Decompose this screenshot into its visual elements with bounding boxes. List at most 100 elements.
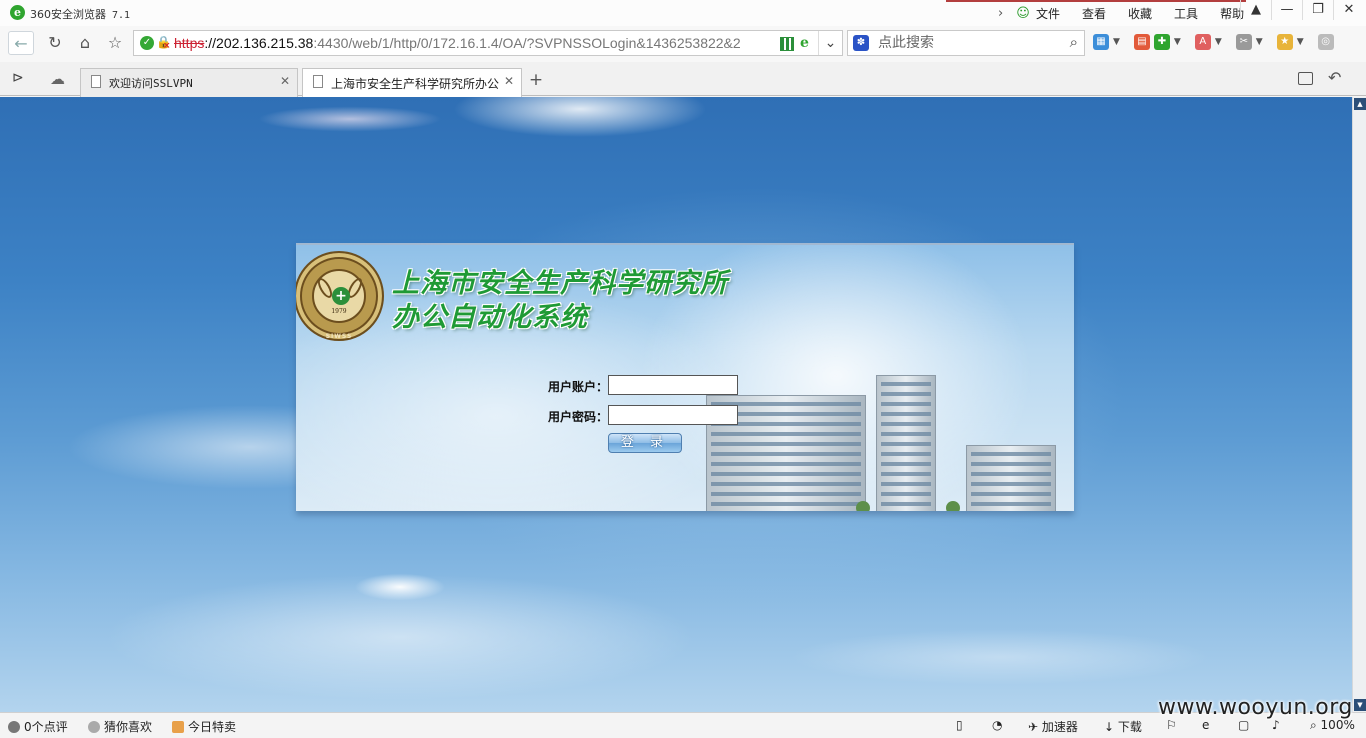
- skin-icon[interactable]: ▲: [1240, 0, 1271, 20]
- translate-icon[interactable]: A: [1194, 34, 1211, 50]
- title-bar: e 360安全浏览器 7.1 › ☺ 文件 查看 收藏 工具 帮助 ▲ — ❐ ✕: [0, 0, 1366, 26]
- tab-sslvpn[interactable]: 欢迎访问SSLVPN ✕: [80, 68, 298, 97]
- home-button[interactable]: ⌂: [72, 31, 98, 55]
- cloud-icon[interactable]: ☁: [50, 70, 65, 88]
- login-panel: + 1979 SIWSS 上海市安全生产科学研究所 办公自动化系统 用户账户： …: [296, 243, 1074, 511]
- deals-label: 今日特卖: [188, 720, 237, 734]
- back-button[interactable]: ←: [8, 31, 34, 55]
- bookmark-star-button[interactable]: ☆: [102, 31, 128, 55]
- shield-icon[interactable]: ✚: [1153, 34, 1170, 50]
- menu-view[interactable]: 查看: [1082, 5, 1106, 22]
- calendar-icon[interactable]: ▤: [1133, 34, 1150, 50]
- comment-icon: [8, 721, 20, 733]
- sidebar-toggle-icon[interactable]: ⊳: [12, 70, 24, 86]
- page-icon: [313, 75, 323, 88]
- close-button[interactable]: ✕: [1333, 0, 1364, 20]
- download-item[interactable]: ↓ 下载: [1104, 718, 1142, 735]
- chevron-down-icon[interactable]: ▼: [1297, 37, 1304, 47]
- rocket-icon: ✈: [1028, 720, 1042, 734]
- reviews-label: 0个点评: [24, 720, 68, 734]
- security-check-icon[interactable]: ✓: [140, 36, 154, 50]
- search-box[interactable]: ✽ ⌕: [847, 30, 1085, 56]
- window-icon[interactable]: ▢: [1238, 718, 1249, 732]
- minimize-button[interactable]: —: [1271, 0, 1302, 20]
- accelerator-label: 加速器: [1041, 720, 1078, 734]
- watermark: www.wooyun.org: [1158, 695, 1353, 720]
- zoom-item[interactable]: ⌕ 100%: [1310, 718, 1355, 733]
- extension-icon[interactable]: ◎: [1317, 34, 1334, 50]
- qr-code-icon[interactable]: [780, 37, 794, 51]
- flag-icon[interactable]: ⚐: [1166, 718, 1177, 732]
- volume-icon[interactable]: ♪: [1272, 718, 1280, 732]
- emblem-inner: + 1979: [312, 269, 366, 323]
- login-button[interactable]: 登 录: [608, 433, 682, 453]
- search-input[interactable]: [878, 33, 1058, 53]
- account-input[interactable]: [608, 375, 738, 395]
- search-icon[interactable]: ⌕: [1070, 33, 1078, 51]
- address-bar[interactable]: ✓ 🔒 × https://202.136.215.38:4430/web/1/h…: [133, 30, 843, 56]
- title-accent-line: [946, 0, 1246, 2]
- green-cross-icon: +: [332, 287, 350, 305]
- building-illustration: [666, 375, 1074, 511]
- chevron-down-icon[interactable]: ▼: [1174, 37, 1181, 47]
- speed-icon[interactable]: ◔: [992, 718, 1002, 732]
- building-low: [966, 445, 1056, 511]
- url-scheme: https: [174, 35, 205, 51]
- tab-strip: ⊳ ☁ 欢迎访问SSLVPN ✕ 上海市安全生产科学研究所办公 ✕ + ↶: [0, 62, 1366, 98]
- tree: [946, 501, 960, 511]
- guess-item[interactable]: 猜你喜欢: [88, 718, 152, 735]
- zoom-icon: ⌕: [1310, 718, 1321, 732]
- gift-box-icon: [172, 721, 184, 733]
- ie-status-icon[interactable]: e: [1202, 718, 1209, 732]
- emblem-year: 1979: [331, 308, 347, 315]
- accelerator-item[interactable]: ✈ 加速器: [1028, 718, 1078, 735]
- deals-item[interactable]: 今日特卖: [172, 718, 236, 735]
- user-icon[interactable]: ☺: [1010, 6, 1036, 21]
- guess-label: 猜你喜欢: [104, 720, 153, 734]
- restore-button[interactable]: ❐: [1302, 0, 1333, 20]
- institute-emblem: + 1979 SIWSS: [296, 251, 384, 341]
- zoom-level: 100%: [1320, 718, 1355, 732]
- app-version: 7.1: [112, 10, 131, 21]
- password-input[interactable]: [608, 405, 738, 425]
- new-tab-button[interactable]: +: [524, 70, 548, 90]
- menu-bar: › ☺ 文件 查看 收藏 工具 帮助: [998, 3, 1266, 23]
- tab-oa-system[interactable]: 上海市安全生产科学研究所办公 ✕: [302, 68, 522, 98]
- download-icon: ↓: [1104, 720, 1118, 734]
- reload-button[interactable]: ↻: [42, 31, 68, 55]
- chevron-down-icon[interactable]: ▼: [1215, 37, 1222, 47]
- page-icon: [91, 75, 101, 88]
- tree: [856, 501, 870, 511]
- tab-list-icon[interactable]: [1298, 72, 1313, 85]
- menu-favorites[interactable]: 收藏: [1128, 5, 1152, 22]
- system-name: 办公自动化系统: [392, 302, 588, 333]
- apps-grid-icon[interactable]: ▦: [1093, 34, 1109, 50]
- building-tower: [876, 375, 936, 511]
- menu-tools[interactable]: 工具: [1174, 5, 1198, 22]
- chevron-right-icon[interactable]: ›: [998, 6, 1010, 21]
- screenshot-icon[interactable]: ✂: [1235, 34, 1252, 50]
- url-text[interactable]: https://202.136.215.38:4430/web/1/http/0…: [174, 35, 774, 51]
- vertical-scrollbar[interactable]: ▲ ▼: [1352, 97, 1366, 712]
- window-controls: ▲ — ❐ ✕: [1240, 0, 1364, 20]
- tab-close-icon[interactable]: ✕: [280, 74, 290, 88]
- undo-close-icon[interactable]: ↶: [1328, 68, 1341, 87]
- chevron-down-icon[interactable]: ▼: [1113, 37, 1120, 47]
- scroll-down-icon[interactable]: ▼: [1354, 699, 1366, 711]
- tab-close-icon[interactable]: ✕: [504, 74, 514, 88]
- chevron-down-icon[interactable]: ▼: [1256, 37, 1263, 47]
- download-label: 下载: [1117, 720, 1142, 734]
- extension-bar: ▦ ▼ ▤ ✚ ▼ A ▼ ✂ ▼ ★ ▼ ◎: [1093, 34, 1338, 50]
- url-dropdown-button[interactable]: ⌄: [818, 31, 842, 55]
- gift-icon[interactable]: ★: [1276, 34, 1293, 50]
- reviews-item[interactable]: 0个点评: [8, 718, 68, 735]
- ie-mode-icon[interactable]: e: [800, 35, 809, 51]
- url-path: :4430/web/1/http/0/172.16.1.4/OA/?SVPNSS…: [313, 35, 741, 51]
- certificate-error-icon[interactable]: 🔒 ×: [156, 35, 171, 51]
- mobile-icon[interactable]: ▯: [956, 718, 963, 732]
- page-viewport: + 1979 SIWSS 上海市安全生产科学研究所 办公自动化系统 用户账户： …: [0, 97, 1352, 712]
- app-name: 360安全浏览器: [30, 8, 106, 21]
- menu-file[interactable]: 文件: [1036, 5, 1060, 22]
- baidu-paw-icon[interactable]: ✽: [853, 35, 869, 51]
- scroll-up-icon[interactable]: ▲: [1354, 98, 1366, 110]
